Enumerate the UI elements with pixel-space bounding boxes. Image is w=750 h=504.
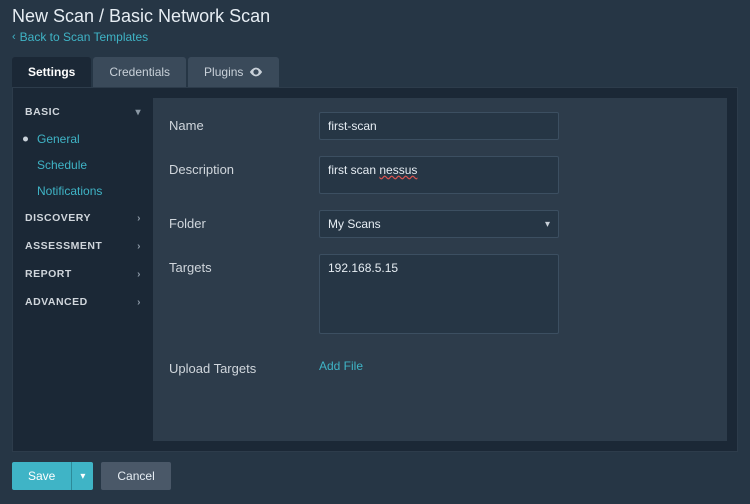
sidebar-item-schedule[interactable]: Schedule <box>13 152 153 178</box>
targets-label: Targets <box>169 254 319 275</box>
folder-label: Folder <box>169 210 319 231</box>
content-area: BASIC ▾ General Schedule Notifications D… <box>12 87 738 452</box>
sidebar-section-label: BASIC <box>25 106 60 118</box>
sidebar-item-label: Schedule <box>37 158 87 172</box>
chevron-down-icon: ▾ <box>135 107 141 118</box>
title-bar: New Scan / Basic Network Scan ‹ Back to … <box>0 0 750 47</box>
sidebar-section-assessment[interactable]: ASSESSMENT › <box>13 232 153 260</box>
chevron-right-icon: › <box>137 241 141 252</box>
sidebar-section-label: DISCOVERY <box>25 212 91 224</box>
sidebar-section-label: ADVANCED <box>25 296 88 308</box>
row-folder: Folder My Scans ▾ <box>169 210 711 238</box>
eye-icon <box>249 67 263 77</box>
back-link-label: Back to Scan Templates <box>20 30 149 44</box>
sidebar-item-label: General <box>37 132 80 146</box>
page-root: New Scan / Basic Network Scan ‹ Back to … <box>0 0 750 504</box>
chevron-left-icon: ‹ <box>12 31 16 43</box>
tab-bar: Settings Credentials Plugins <box>12 57 738 87</box>
description-text-misspelled: nessus <box>379 163 417 177</box>
tab-settings[interactable]: Settings <box>12 57 91 87</box>
chevron-right-icon: › <box>137 297 141 308</box>
settings-sidebar: BASIC ▾ General Schedule Notifications D… <box>13 88 153 451</box>
folder-select[interactable]: My Scans ▾ <box>319 210 559 238</box>
sidebar-section-report[interactable]: REPORT › <box>13 260 153 288</box>
save-button[interactable]: Save <box>12 462 71 490</box>
row-targets: Targets <box>169 254 711 339</box>
row-name: Name <box>169 112 711 140</box>
sidebar-section-label: REPORT <box>25 268 72 280</box>
caret-down-icon: ▾ <box>80 471 85 482</box>
caret-down-icon: ▾ <box>545 219 550 230</box>
tab-label: Plugins <box>204 65 243 79</box>
chevron-right-icon: › <box>137 269 141 280</box>
page-title: New Scan / Basic Network Scan <box>12 6 738 27</box>
save-button-group: Save ▾ <box>12 462 93 490</box>
sidebar-item-notifications[interactable]: Notifications <box>13 178 153 204</box>
sidebar-section-discovery[interactable]: DISCOVERY › <box>13 204 153 232</box>
sidebar-item-general[interactable]: General <box>13 126 153 152</box>
add-file-link[interactable]: Add File <box>319 355 363 373</box>
tab-label: Settings <box>28 65 75 79</box>
tab-credentials[interactable]: Credentials <box>93 57 186 87</box>
form-panel: Name Description first scan nessus Folde… <box>153 98 727 441</box>
upload-targets-label: Upload Targets <box>169 355 319 376</box>
row-description: Description first scan nessus <box>169 156 711 194</box>
row-upload-targets: Upload Targets Add File <box>169 355 711 376</box>
chevron-right-icon: › <box>137 213 141 224</box>
targets-input[interactable] <box>319 254 559 334</box>
description-input[interactable]: first scan nessus <box>319 156 559 194</box>
tab-label: Credentials <box>109 65 170 79</box>
folder-select-value: My Scans <box>328 217 381 231</box>
description-label: Description <box>169 156 319 177</box>
cancel-button[interactable]: Cancel <box>101 462 170 490</box>
footer-actions: Save ▾ Cancel <box>0 462 750 504</box>
description-text: first scan <box>328 163 379 177</box>
sidebar-section-basic[interactable]: BASIC ▾ <box>13 98 153 126</box>
name-input[interactable] <box>319 112 559 140</box>
back-link[interactable]: ‹ Back to Scan Templates <box>12 30 148 44</box>
name-label: Name <box>169 112 319 133</box>
tab-plugins[interactable]: Plugins <box>188 57 279 87</box>
sidebar-section-advanced[interactable]: ADVANCED › <box>13 288 153 316</box>
save-dropdown-button[interactable]: ▾ <box>71 462 93 490</box>
sidebar-section-label: ASSESSMENT <box>25 240 102 252</box>
sidebar-item-label: Notifications <box>37 184 102 198</box>
